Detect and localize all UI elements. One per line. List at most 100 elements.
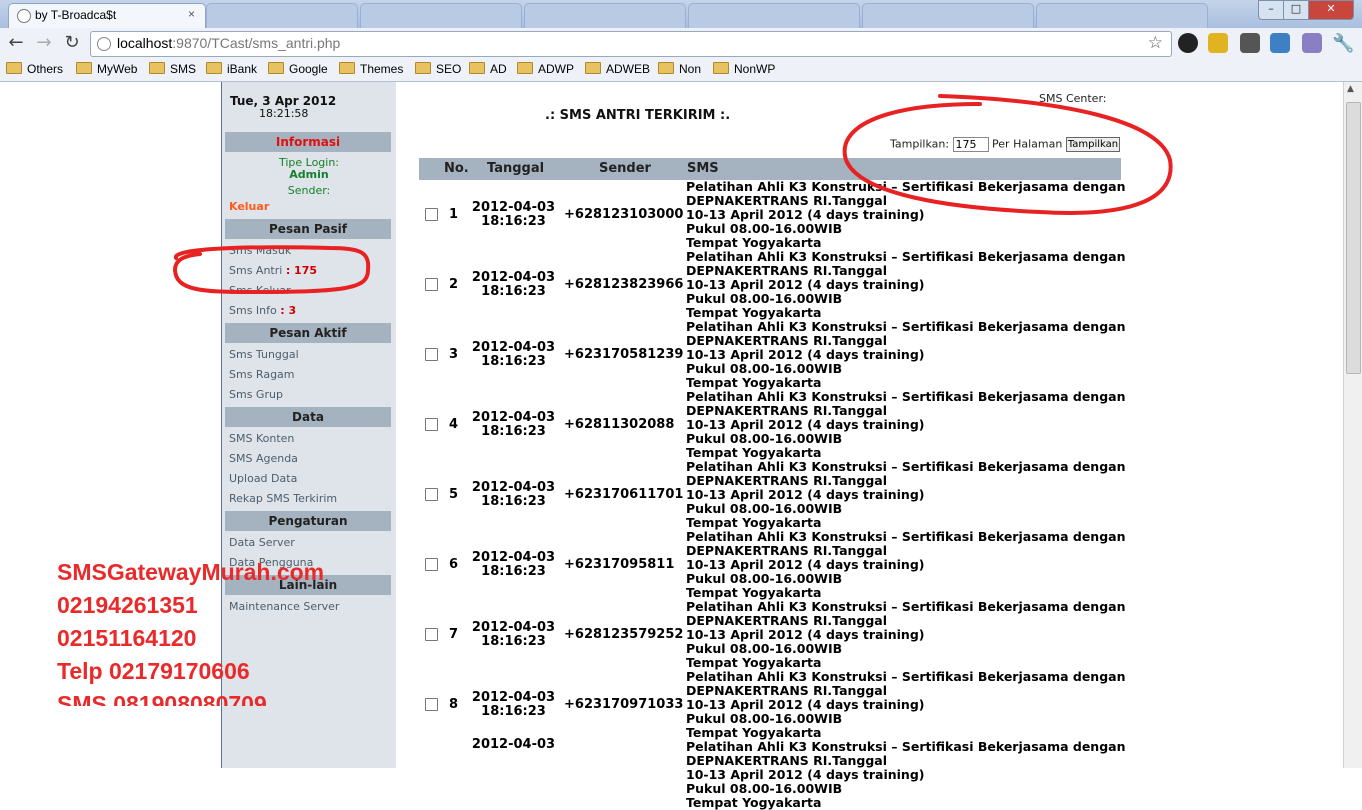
watermark-line: SMSGatewayMurah.com [57, 559, 325, 585]
row-checkbox[interactable] [425, 418, 438, 431]
folder-icon [585, 62, 601, 74]
row-message: Pelatihan Ahli K3 Konstruksi – Sertifika… [686, 669, 1126, 740]
bookmark-folder[interactable]: NonWP [713, 62, 775, 76]
bookmark-folder[interactable]: SEO [415, 62, 461, 76]
folder-icon [469, 62, 485, 74]
bookmark-folder[interactable]: SMS [149, 62, 196, 76]
bookmark-star-icon[interactable]: ☆ [1148, 33, 1163, 53]
menu-upload-data[interactable]: Upload Data [229, 472, 297, 485]
row-sender: +628123103000 [564, 207, 684, 222]
browser-tab[interactable] [688, 3, 860, 29]
tab-close-icon[interactable]: × [188, 7, 195, 21]
row-number: 4 [449, 417, 459, 432]
menu-sms-agenda[interactable]: SMS Agenda [229, 452, 298, 465]
minimize-button[interactable]: – [1258, 0, 1284, 20]
row-message: Pelatihan Ahli K3 Konstruksi – Sertifika… [686, 739, 1126, 810]
menu-rekap-sms[interactable]: Rekap SMS Terkirim [229, 492, 337, 505]
url-text[interactable]: localhost:9870/TCast/sms_antri.php [117, 35, 340, 51]
row-sender: +623170611701 [564, 487, 684, 502]
scrollbar-thumb[interactable] [1346, 102, 1361, 374]
row-sender: +628123823966 [564, 277, 684, 292]
per-page-input[interactable] [952, 137, 989, 152]
menu-sms-tunggal[interactable]: Sms Tunggal [229, 348, 299, 361]
sender-label: Sender: [287, 184, 331, 197]
vertical-scrollbar[interactable]: ▲ [1343, 82, 1362, 768]
row-checkbox[interactable] [425, 558, 438, 571]
browser-tab[interactable] [862, 3, 1034, 29]
tab-title: by T-Broadca$t [35, 8, 117, 22]
section-header-pesan-aktif: Pesan Aktif [225, 323, 391, 343]
current-date: Tue, 3 Apr 2012 [230, 94, 337, 108]
section-header-informasi: Informasi [225, 132, 391, 152]
address-bar[interactable]: localhost:9870/TCast/sms_antri.php ☆ [90, 31, 1172, 57]
menu-data-server[interactable]: Data Server [229, 536, 295, 549]
close-window-button[interactable]: ✕ [1308, 0, 1354, 20]
forward-arrow-icon[interactable]: → [34, 33, 54, 53]
extension-icon[interactable] [1178, 33, 1198, 53]
browser-tab-active[interactable]: by T-Broadca$t × [8, 3, 206, 29]
current-time: 18:21:58 [259, 107, 309, 120]
row-number: 5 [449, 487, 459, 502]
row-date: 2012-04-03 18:16:23 [471, 270, 556, 299]
back-arrow-icon[interactable]: ← [6, 33, 26, 53]
row-checkbox[interactable] [425, 278, 438, 291]
row-date: 2012-04-03 18:16:23 [471, 340, 556, 369]
table-row: 3 2012-04-03 18:16:23 +623170581239 Pelatiha… [419, 320, 1126, 390]
logout-link[interactable]: Keluar [229, 200, 269, 213]
menu-sms-ragam[interactable]: Sms Ragam [229, 368, 295, 381]
row-date: 2012-04-03 18:16:23 [471, 690, 556, 719]
tampilkan-button[interactable]: Tampilkan [1065, 137, 1121, 152]
bookmark-folder[interactable]: Others [6, 62, 63, 76]
bookmark-folder[interactable]: iBank [206, 62, 257, 76]
column-header-no: No. [444, 161, 469, 176]
extension-icon[interactable] [1270, 33, 1290, 53]
browser-tab[interactable] [360, 3, 522, 29]
pen-icon[interactable] [1302, 33, 1322, 53]
browser-tab[interactable] [524, 3, 686, 29]
login-type-value: Admin [289, 168, 329, 181]
wrench-icon[interactable]: 🔧 [1332, 33, 1354, 54]
camera-icon[interactable] [1240, 33, 1260, 53]
row-message: Pelatihan Ahli K3 Konstruksi – Sertifika… [686, 389, 1126, 460]
bookmark-folder[interactable]: MyWeb [76, 62, 137, 76]
maximize-button[interactable]: □ [1283, 0, 1309, 20]
row-number: 6 [449, 557, 459, 572]
table-header: No. Tanggal Sender SMS [419, 158, 1121, 180]
bookmark-folder[interactable]: ADWEB [585, 62, 650, 76]
row-number: 1 [449, 207, 459, 222]
watermark-line: Telp 02179170606 [57, 658, 250, 684]
table-row: 6 2012-04-03 18:16:23 +62317095811 Pelatihan… [419, 530, 1126, 600]
bookmark-folder[interactable]: AD [469, 62, 507, 76]
menu-sms-grup[interactable]: Sms Grup [229, 388, 283, 401]
row-checkbox[interactable] [425, 348, 438, 361]
folder-icon [206, 62, 222, 74]
table-row: 5 2012-04-03 18:16:23 +623170611701 Pelatiha… [419, 460, 1126, 530]
scroll-up-arrow-icon[interactable]: ▲ [1347, 84, 1354, 94]
table-row: 8 2012-04-03 18:16:23 +623170971033 Pelatiha… [419, 670, 1126, 740]
bookmark-folder[interactable]: Google [268, 62, 328, 76]
bookmark-folder[interactable]: ADWP [517, 62, 574, 76]
row-checkbox[interactable] [425, 208, 438, 221]
extension-icon[interactable] [1208, 33, 1228, 53]
row-sender: +623170581239 [564, 347, 684, 362]
menu-sms-antri[interactable]: Sms Antri : 175 [229, 264, 317, 277]
row-checkbox[interactable] [425, 488, 438, 501]
bookmark-folder[interactable]: Themes [339, 62, 403, 76]
menu-sms-konten[interactable]: SMS Konten [229, 432, 294, 445]
reload-icon[interactable]: ↻ [62, 33, 82, 53]
menu-sms-masuk[interactable]: Sms Masuk [229, 244, 291, 257]
bookmarks-bar: Others MyWeb SMS iBank Google Themes SEO… [0, 59, 1362, 82]
row-checkbox[interactable] [425, 628, 438, 641]
folder-icon [658, 62, 674, 74]
folder-icon [517, 62, 533, 74]
browser-tab[interactable] [1036, 3, 1208, 29]
folder-icon [76, 62, 92, 74]
menu-sms-keluar[interactable]: Sms Keluar [229, 284, 291, 297]
row-message: Pelatihan Ahli K3 Konstruksi – Sertifika… [686, 529, 1126, 600]
menu-sms-info[interactable]: Sms Info : 3 [229, 304, 296, 317]
browser-tab[interactable] [206, 3, 358, 29]
row-checkbox[interactable] [425, 698, 438, 711]
row-number: 7 [449, 627, 459, 642]
bookmark-folder[interactable]: Non [658, 62, 701, 76]
table-row: 1 2012-04-03 18:16:23 +628123103000 Pelatiha… [419, 180, 1126, 250]
